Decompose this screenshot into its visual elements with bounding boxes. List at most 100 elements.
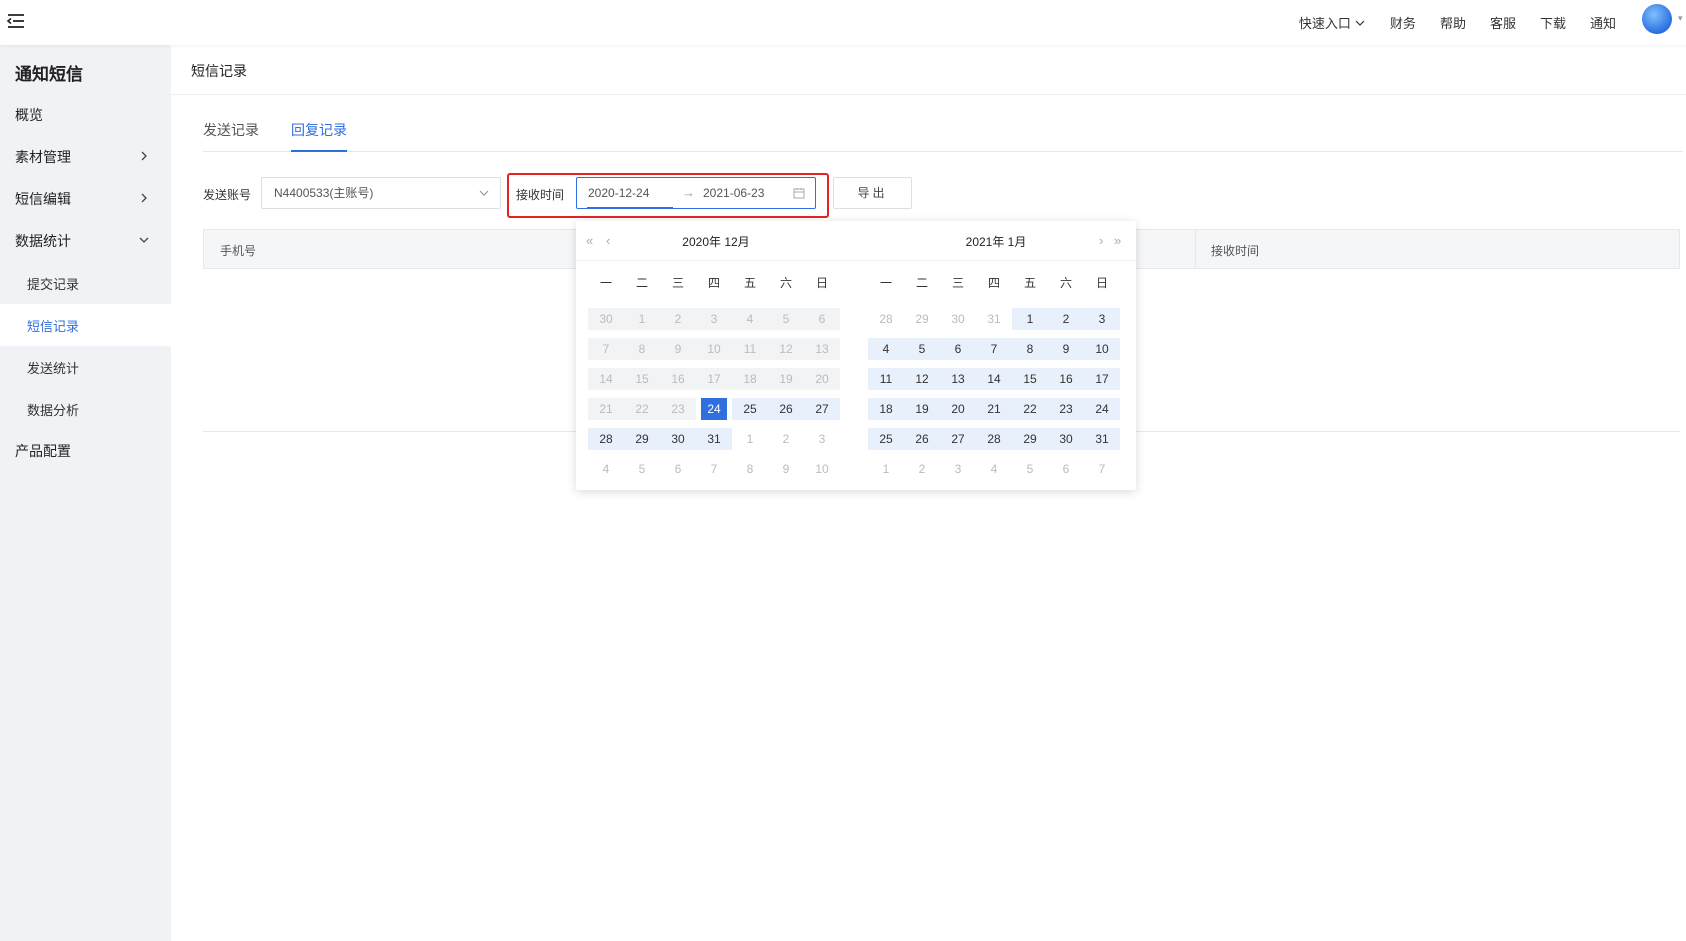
day-cell[interactable]: 20: [940, 398, 976, 420]
day-cell[interactable]: 31: [976, 308, 1012, 330]
day-cell[interactable]: 30: [1048, 428, 1084, 450]
help-link[interactable]: 帮助: [1440, 13, 1466, 32]
sidebar-subitem-sms-records[interactable]: 短信记录: [0, 304, 171, 346]
day-cell[interactable]: 3: [804, 428, 840, 450]
day-cell[interactable]: 27: [804, 398, 840, 420]
selected-day-cell[interactable]: 24: [701, 398, 727, 420]
next-year-icon[interactable]: »: [1114, 233, 1121, 248]
day-cell[interactable]: 10: [804, 458, 840, 480]
day-cell: 9: [660, 338, 696, 360]
day-cell[interactable]: 21: [976, 398, 1012, 420]
avatar[interactable]: [1642, 4, 1672, 34]
day-cell[interactable]: 5: [624, 458, 660, 480]
finance-link[interactable]: 财务: [1390, 13, 1416, 32]
notification-link[interactable]: 通知: [1590, 13, 1616, 32]
day-cell[interactable]: 26: [904, 428, 940, 450]
day-cell[interactable]: 31: [696, 428, 732, 450]
day-cell[interactable]: 29: [1012, 428, 1048, 450]
menu-collapse-icon[interactable]: [6, 11, 26, 31]
day-cell[interactable]: 7: [976, 338, 1012, 360]
day-cell[interactable]: 16: [1048, 368, 1084, 390]
day-cell[interactable]: 2: [904, 458, 940, 480]
sidebar-subitem-data-analysis[interactable]: 数据分析: [0, 388, 171, 430]
customer-service-link[interactable]: 客服: [1490, 13, 1516, 32]
day-cell[interactable]: 24: [1084, 398, 1120, 420]
day-cell[interactable]: 28: [868, 308, 904, 330]
chevron-right-icon: [141, 151, 147, 161]
sidebar-subitem-send-stats[interactable]: 发送统计: [0, 346, 171, 388]
day-cell[interactable]: 8: [732, 458, 768, 480]
day-cell[interactable]: 1: [732, 428, 768, 450]
day-cell[interactable]: 18: [868, 398, 904, 420]
day-cell[interactable]: 30: [940, 308, 976, 330]
next-month-icon[interactable]: ›: [1099, 233, 1103, 248]
start-date-input[interactable]: 2020-12-24: [588, 186, 649, 200]
day-cell[interactable]: 6: [1048, 458, 1084, 480]
tab-reply-records[interactable]: 回复记录: [291, 120, 347, 152]
day-cell[interactable]: 2: [1048, 308, 1084, 330]
day-cell[interactable]: 30: [660, 428, 696, 450]
day-cell[interactable]: 3: [1084, 308, 1120, 330]
day-cell[interactable]: 4: [868, 338, 904, 360]
day-cell[interactable]: 29: [624, 428, 660, 450]
day-cell[interactable]: 28: [976, 428, 1012, 450]
day-cell[interactable]: 6: [660, 458, 696, 480]
day-cell[interactable]: 5: [1012, 458, 1048, 480]
top-bar: 快速入口 财务 帮助 客服 下载 通知 ▾: [0, 0, 1686, 45]
day-cell[interactable]: 28: [588, 428, 624, 450]
sidebar-item-overview[interactable]: 概览: [0, 94, 171, 136]
day-cell: 12: [768, 338, 804, 360]
date-range-picker[interactable]: 2020-12-24 → 2021-06-23: [576, 177, 816, 209]
sidebar-item-sms-edit[interactable]: 短信编辑: [0, 178, 171, 220]
end-date-input[interactable]: 2021-06-23: [703, 186, 764, 200]
sidebar-item-statistics[interactable]: 数据统计: [0, 220, 171, 262]
day-cell[interactable]: 4: [588, 458, 624, 480]
sidebar-item-product-config[interactable]: 产品配置: [0, 430, 171, 472]
day-cell[interactable]: 8: [1012, 338, 1048, 360]
day-cell[interactable]: 25: [732, 398, 768, 420]
right-calendar-title: 2021年 1月: [965, 235, 1027, 249]
top-nav: 快速入口 财务 帮助 客服 下载 通知: [1299, 0, 1616, 45]
day-cell[interactable]: 2: [768, 428, 804, 450]
quick-entry-menu[interactable]: 快速入口: [1299, 13, 1366, 32]
day-cell[interactable]: 1: [868, 458, 904, 480]
day-cell[interactable]: 3: [940, 458, 976, 480]
sidebar-subitem-submit-records[interactable]: 提交记录: [0, 262, 171, 304]
day-cell[interactable]: 11: [868, 368, 904, 390]
day-cell[interactable]: 15: [1012, 368, 1048, 390]
tab-bar: 发送记录 回复记录: [203, 110, 1683, 152]
download-link[interactable]: 下载: [1540, 13, 1566, 32]
day-cell[interactable]: 13: [940, 368, 976, 390]
day-cell[interactable]: 10: [1084, 338, 1120, 360]
day-cell[interactable]: 17: [1084, 368, 1120, 390]
day-cell[interactable]: 31: [1084, 428, 1120, 450]
day-cell[interactable]: 12: [904, 368, 940, 390]
weekday-label: 六: [1059, 276, 1072, 290]
day-cell[interactable]: 22: [1012, 398, 1048, 420]
avatar-caret-icon[interactable]: ▾: [1678, 13, 1686, 23]
day-cell: 30: [588, 308, 624, 330]
day-cell[interactable]: 14: [976, 368, 1012, 390]
day-cell[interactable]: 7: [696, 458, 732, 480]
day-cell[interactable]: 9: [1048, 338, 1084, 360]
day-cell[interactable]: 19: [904, 398, 940, 420]
day-cell[interactable]: 4: [976, 458, 1012, 480]
day-cell[interactable]: 27: [940, 428, 976, 450]
day-cell[interactable]: 25: [868, 428, 904, 450]
day-cell[interactable]: 5: [904, 338, 940, 360]
sidebar-item-materials[interactable]: 素材管理: [0, 136, 171, 178]
day-cell[interactable]: 6: [940, 338, 976, 360]
weekday-label: 五: [1023, 276, 1036, 290]
day-cell[interactable]: 9: [768, 458, 804, 480]
day-cell[interactable]: 1: [1012, 308, 1048, 330]
export-button[interactable]: 导出: [833, 177, 912, 209]
account-select[interactable]: N4400533(主账号): [261, 177, 501, 209]
day-cell[interactable]: 23: [1048, 398, 1084, 420]
weekday-label: 六: [779, 276, 792, 290]
day-cell[interactable]: 7: [1084, 458, 1120, 480]
day-cell[interactable]: 26: [768, 398, 804, 420]
column-header-phone: 手机号: [220, 244, 257, 258]
day-cell[interactable]: 29: [904, 308, 940, 330]
sidebar-item-label: 产品配置: [15, 443, 71, 459]
tab-send-records[interactable]: 发送记录: [203, 120, 259, 152]
